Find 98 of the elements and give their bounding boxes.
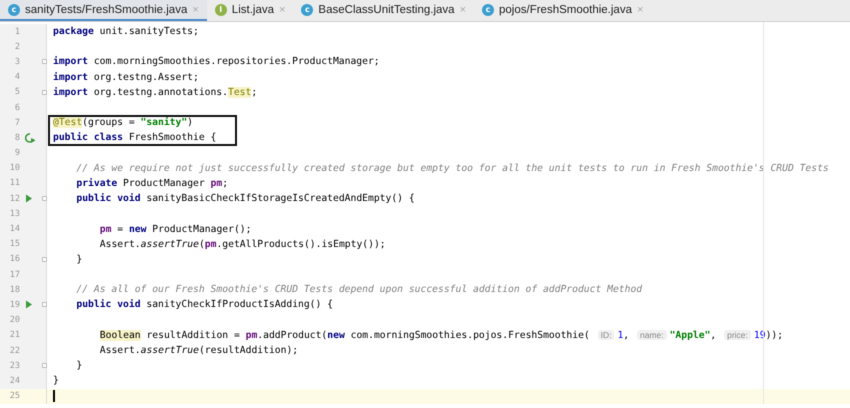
code-text: ( <box>198 238 205 250</box>
editor-tab[interactable]: c sanityTests/FreshSmoothie.java × <box>0 0 207 21</box>
code-text: ) <box>187 117 194 128</box>
line-number: 19 <box>8 300 20 310</box>
run-icon[interactable] <box>25 194 33 204</box>
code-text: com.morningSmoothies.pojos.FreshSmoothie( <box>350 330 591 341</box>
code-text: org.testng.Assert; <box>92 72 199 83</box>
code-text: Assert. <box>100 238 141 250</box>
line-number: 1 <box>14 26 20 37</box>
line-number: 9 <box>14 148 20 158</box>
keyword: public void <box>76 299 141 310</box>
fold-icon[interactable] <box>42 302 47 308</box>
line-number: 23 <box>8 360 20 371</box>
keyword: public void <box>76 193 141 204</box>
keyword: public class <box>53 132 123 144</box>
line-number: 15 <box>8 239 20 250</box>
code-text: FreshSmoothie { <box>128 132 216 144</box>
fold-icon[interactable] <box>42 90 47 95</box>
code-text: com.morningSmoothies.repositories.ProductManager; <box>92 56 380 68</box>
code-text: )); <box>766 330 784 341</box>
code-text: = <box>116 224 124 235</box>
keyword: private <box>76 178 118 189</box>
code-text: sanityBasicCheckIfStorageIsCreatedAndEmpty() { <box>145 193 415 204</box>
fold-icon[interactable] <box>42 256 47 262</box>
code-text: } <box>76 254 82 265</box>
code-text: Assert. <box>100 345 141 356</box>
code-text: (resultAddition); <box>198 345 298 356</box>
keyword: import <box>53 72 88 83</box>
method-call: assertTrue <box>140 238 199 250</box>
line-number: 10 <box>8 163 20 174</box>
line-number: 4 <box>14 72 20 82</box>
field-name: pm <box>100 224 112 235</box>
text-cursor <box>53 390 54 402</box>
code-comment: // As we require not just successfully created storage but empty too for all the unit tests to run in Fresh Smoothie's CRUD Tests <box>76 162 829 174</box>
line-number: 24 <box>8 376 20 386</box>
run-icon[interactable] <box>25 300 33 310</box>
code-text: org.testng.annotations. <box>92 86 228 98</box>
line-number: 2 <box>14 42 20 52</box>
code-text: , <box>623 330 630 341</box>
string-literal: "Apple" <box>670 330 710 341</box>
run-icon[interactable] <box>25 133 36 144</box>
code-text: .getAllProducts().isEmpty()); <box>216 238 386 250</box>
code-text: , <box>710 330 718 341</box>
keyword: import <box>53 56 88 68</box>
line-number: 8 <box>14 132 20 143</box>
code-text: (groups = <box>82 117 136 128</box>
code-text: unit.sanityTests; <box>98 26 199 38</box>
line-number: 11 <box>8 178 20 188</box>
line-number: 17 <box>8 270 20 280</box>
line-number: 16 <box>8 254 20 264</box>
line-number: 14 <box>8 224 20 234</box>
code-text: } <box>76 360 82 372</box>
keyword: new <box>327 330 345 341</box>
parameter-hint: price: <box>724 330 751 340</box>
file-type-icon: c <box>301 4 314 16</box>
line-number: 25 <box>8 391 20 402</box>
line-number: 21 <box>8 330 20 340</box>
file-type-icon: c <box>482 4 494 16</box>
code-comment: // As all of our Fresh Smoothie's CRUD Tests depend upon successful addition of addProduct Method <box>76 284 642 296</box>
code-text: } <box>53 375 59 386</box>
line-number: 20 <box>8 315 20 326</box>
field-name: pm <box>210 178 222 189</box>
code-text: ProductManager(); <box>151 224 252 235</box>
line-number: 12 <box>8 194 20 204</box>
fold-icon[interactable] <box>42 59 47 64</box>
line-number: 6 <box>14 102 20 113</box>
line-number: 5 <box>14 87 20 98</box>
field-name: pm <box>204 238 216 250</box>
file-type-icon: c <box>8 4 20 16</box>
line-number: 7 <box>14 118 20 128</box>
editor-tab[interactable]: I List.java × <box>206 0 294 21</box>
type-name: Boolean <box>100 330 141 341</box>
file-type-icon: I <box>214 4 227 16</box>
line-number: 18 <box>8 284 20 295</box>
fold-icon[interactable] <box>42 363 47 368</box>
fold-icon[interactable] <box>42 196 47 202</box>
field-name: pm <box>246 330 258 341</box>
line-number: 22 <box>8 346 20 356</box>
code-text: ; <box>251 86 258 98</box>
keyword: package <box>53 26 94 38</box>
keyword: new <box>128 224 146 235</box>
code-text: ; <box>222 178 228 189</box>
code-text: resultAddition = <box>145 330 241 341</box>
code-text: .addProduct( <box>257 330 328 341</box>
parameter-hint: name: <box>636 330 667 340</box>
method-call: assertTrue <box>140 345 199 356</box>
annotation: Test <box>228 86 252 98</box>
number-literal: 1 <box>617 330 624 341</box>
parameter-hint: ID: <box>598 330 614 340</box>
keyword: import <box>53 86 88 98</box>
line-number: 13 <box>8 208 20 219</box>
editor-tab[interactable]: c pojos/FreshSmoothie.java × <box>474 0 652 21</box>
editor-tab[interactable]: c BaseClassUnitTesting.java × <box>293 0 474 21</box>
annotation: @Test <box>53 117 82 128</box>
code-text: ProductManager <box>122 178 206 189</box>
code-text: sanityCheckIfProductIsAdding() { <box>145 299 334 310</box>
string-literal: "sanity" <box>140 117 188 128</box>
line-number: 3 <box>14 56 20 67</box>
